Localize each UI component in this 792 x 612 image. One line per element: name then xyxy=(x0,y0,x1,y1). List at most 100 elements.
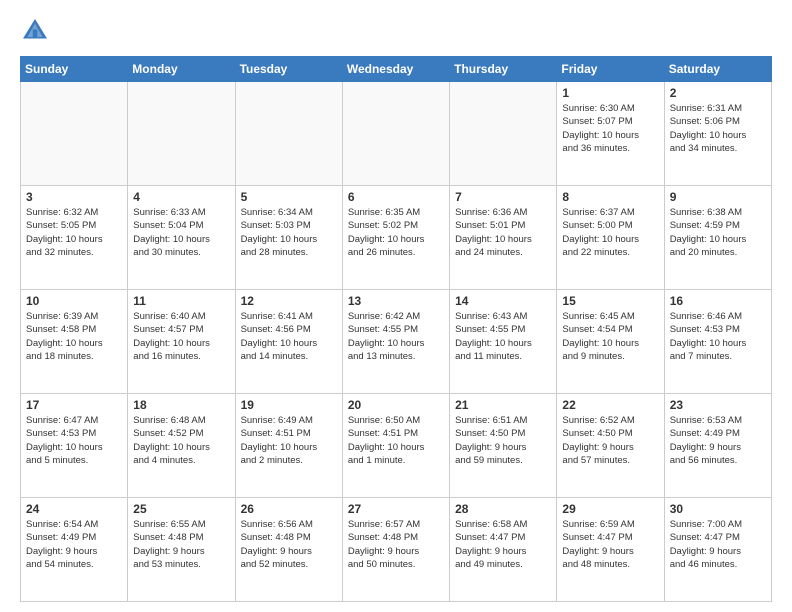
day-info: Sunrise: 6:33 AM Sunset: 5:04 PM Dayligh… xyxy=(133,206,229,259)
day-cell-20: 20 Sunrise: 6:50 AM Sunset: 4:51 PM Dayli… xyxy=(342,394,449,498)
day-cell-4: 4 Sunrise: 6:33 AM Sunset: 5:04 PM Daylig… xyxy=(128,186,235,290)
day-info: Sunrise: 6:42 AM Sunset: 4:55 PM Dayligh… xyxy=(348,310,444,363)
weekday-header-monday: Monday xyxy=(128,57,235,82)
empty-cell xyxy=(235,82,342,186)
empty-cell xyxy=(450,82,557,186)
day-cell-16: 16Sunrise: 6:46 AM Sunset: 4:53 PM Dayli… xyxy=(664,290,771,394)
weekday-header-friday: Friday xyxy=(557,57,664,82)
day-number: 27 xyxy=(348,502,444,516)
weekday-header-wednesday: Wednesday xyxy=(342,57,449,82)
week-row-1: 1 Sunrise: 6:30 AM Sunset: 5:07 PM Daylig… xyxy=(21,82,772,186)
day-info: Sunrise: 6:48 AM Sunset: 4:52 PM Dayligh… xyxy=(133,414,229,467)
day-number: 14 xyxy=(455,294,551,308)
day-info: Sunrise: 6:30 AM Sunset: 5:07 PM Dayligh… xyxy=(562,102,658,155)
day-info: Sunrise: 6:41 AM Sunset: 4:56 PM Dayligh… xyxy=(241,310,337,363)
day-cell-7: 7Sunrise: 6:36 AM Sunset: 5:01 PM Daylig… xyxy=(450,186,557,290)
day-info: Sunrise: 6:39 AM Sunset: 4:58 PM Dayligh… xyxy=(26,310,122,363)
day-number: 6 xyxy=(348,190,444,204)
day-number: 29 xyxy=(562,502,658,516)
weekday-header-saturday: Saturday xyxy=(664,57,771,82)
day-number: 22 xyxy=(562,398,658,412)
day-info: Sunrise: 6:37 AM Sunset: 5:00 PM Dayligh… xyxy=(562,206,658,259)
day-info: Sunrise: 6:47 AM Sunset: 4:53 PM Dayligh… xyxy=(26,414,122,467)
day-info: Sunrise: 6:49 AM Sunset: 4:51 PM Dayligh… xyxy=(241,414,337,467)
day-cell-2: 2Sunrise: 6:31 AM Sunset: 5:06 PM Daylig… xyxy=(664,82,771,186)
day-number: 9 xyxy=(670,190,766,204)
logo-icon xyxy=(20,16,50,46)
week-row-2: 3Sunrise: 6:32 AM Sunset: 5:05 PM Daylig… xyxy=(21,186,772,290)
day-number: 23 xyxy=(670,398,766,412)
day-info: Sunrise: 6:43 AM Sunset: 4:55 PM Dayligh… xyxy=(455,310,551,363)
day-info: Sunrise: 6:46 AM Sunset: 4:53 PM Dayligh… xyxy=(670,310,766,363)
day-info: Sunrise: 6:51 AM Sunset: 4:50 PM Dayligh… xyxy=(455,414,551,467)
day-info: Sunrise: 6:52 AM Sunset: 4:50 PM Dayligh… xyxy=(562,414,658,467)
day-cell-13: 13Sunrise: 6:42 AM Sunset: 4:55 PM Dayli… xyxy=(342,290,449,394)
day-number: 11 xyxy=(133,294,229,308)
day-cell-3: 3Sunrise: 6:32 AM Sunset: 5:05 PM Daylig… xyxy=(21,186,128,290)
day-cell-14: 14 Sunrise: 6:43 AM Sunset: 4:55 PM Dayli… xyxy=(450,290,557,394)
day-cell-6: 6 Sunrise: 6:35 AM Sunset: 5:02 PM Daylig… xyxy=(342,186,449,290)
day-info: Sunrise: 6:50 AM Sunset: 4:51 PM Dayligh… xyxy=(348,414,444,467)
week-row-4: 17 Sunrise: 6:47 AM Sunset: 4:53 PM Dayli… xyxy=(21,394,772,498)
day-cell-17: 17 Sunrise: 6:47 AM Sunset: 4:53 PM Dayli… xyxy=(21,394,128,498)
day-cell-10: 10 Sunrise: 6:39 AM Sunset: 4:58 PM Dayli… xyxy=(21,290,128,394)
week-row-3: 10 Sunrise: 6:39 AM Sunset: 4:58 PM Dayli… xyxy=(21,290,772,394)
day-number: 15 xyxy=(562,294,658,308)
day-cell-18: 18 Sunrise: 6:48 AM Sunset: 4:52 PM Dayli… xyxy=(128,394,235,498)
day-info: Sunrise: 6:58 AM Sunset: 4:47 PM Dayligh… xyxy=(455,518,551,571)
day-cell-1: 1 Sunrise: 6:30 AM Sunset: 5:07 PM Daylig… xyxy=(557,82,664,186)
day-cell-11: 11 Sunrise: 6:40 AM Sunset: 4:57 PM Dayli… xyxy=(128,290,235,394)
day-number: 19 xyxy=(241,398,337,412)
day-number: 3 xyxy=(26,190,122,204)
logo xyxy=(20,16,54,46)
day-number: 8 xyxy=(562,190,658,204)
empty-cell xyxy=(21,82,128,186)
day-cell-8: 8 Sunrise: 6:37 AM Sunset: 5:00 PM Daylig… xyxy=(557,186,664,290)
day-info: Sunrise: 6:57 AM Sunset: 4:48 PM Dayligh… xyxy=(348,518,444,571)
weekday-header-row: SundayMondayTuesdayWednesdayThursdayFrid… xyxy=(21,57,772,82)
day-cell-27: 27 Sunrise: 6:57 AM Sunset: 4:48 PM Dayli… xyxy=(342,498,449,602)
day-number: 21 xyxy=(455,398,551,412)
day-cell-26: 26 Sunrise: 6:56 AM Sunset: 4:48 PM Dayli… xyxy=(235,498,342,602)
weekday-header-sunday: Sunday xyxy=(21,57,128,82)
day-number: 20 xyxy=(348,398,444,412)
day-number: 25 xyxy=(133,502,229,516)
day-info: Sunrise: 6:45 AM Sunset: 4:54 PM Dayligh… xyxy=(562,310,658,363)
day-number: 4 xyxy=(133,190,229,204)
day-info: Sunrise: 6:53 AM Sunset: 4:49 PM Dayligh… xyxy=(670,414,766,467)
day-cell-28: 28 Sunrise: 6:58 AM Sunset: 4:47 PM Dayli… xyxy=(450,498,557,602)
empty-cell xyxy=(342,82,449,186)
day-info: Sunrise: 7:00 AM Sunset: 4:47 PM Dayligh… xyxy=(670,518,766,571)
day-cell-29: 29 Sunrise: 6:59 AM Sunset: 4:47 PM Dayli… xyxy=(557,498,664,602)
day-number: 18 xyxy=(133,398,229,412)
day-info: Sunrise: 6:35 AM Sunset: 5:02 PM Dayligh… xyxy=(348,206,444,259)
day-cell-9: 9 Sunrise: 6:38 AM Sunset: 4:59 PM Daylig… xyxy=(664,186,771,290)
day-number: 12 xyxy=(241,294,337,308)
day-number: 10 xyxy=(26,294,122,308)
day-info: Sunrise: 6:55 AM Sunset: 4:48 PM Dayligh… xyxy=(133,518,229,571)
day-info: Sunrise: 6:38 AM Sunset: 4:59 PM Dayligh… xyxy=(670,206,766,259)
empty-cell xyxy=(128,82,235,186)
day-number: 1 xyxy=(562,86,658,100)
page: SundayMondayTuesdayWednesdayThursdayFrid… xyxy=(0,0,792,612)
day-number: 17 xyxy=(26,398,122,412)
header xyxy=(20,16,772,46)
day-cell-23: 23 Sunrise: 6:53 AM Sunset: 4:49 PM Dayli… xyxy=(664,394,771,498)
day-number: 30 xyxy=(670,502,766,516)
day-cell-12: 12 Sunrise: 6:41 AM Sunset: 4:56 PM Dayli… xyxy=(235,290,342,394)
day-cell-21: 21 Sunrise: 6:51 AM Sunset: 4:50 PM Dayli… xyxy=(450,394,557,498)
day-info: Sunrise: 6:34 AM Sunset: 5:03 PM Dayligh… xyxy=(241,206,337,259)
day-info: Sunrise: 6:40 AM Sunset: 4:57 PM Dayligh… xyxy=(133,310,229,363)
day-cell-22: 22 Sunrise: 6:52 AM Sunset: 4:50 PM Dayli… xyxy=(557,394,664,498)
day-cell-24: 24Sunrise: 6:54 AM Sunset: 4:49 PM Dayli… xyxy=(21,498,128,602)
day-info: Sunrise: 6:59 AM Sunset: 4:47 PM Dayligh… xyxy=(562,518,658,571)
day-number: 7 xyxy=(455,190,551,204)
week-row-5: 24Sunrise: 6:54 AM Sunset: 4:49 PM Dayli… xyxy=(21,498,772,602)
day-number: 26 xyxy=(241,502,337,516)
day-info: Sunrise: 6:31 AM Sunset: 5:06 PM Dayligh… xyxy=(670,102,766,155)
day-cell-25: 25 Sunrise: 6:55 AM Sunset: 4:48 PM Dayli… xyxy=(128,498,235,602)
day-number: 28 xyxy=(455,502,551,516)
day-info: Sunrise: 6:56 AM Sunset: 4:48 PM Dayligh… xyxy=(241,518,337,571)
day-number: 24 xyxy=(26,502,122,516)
day-number: 5 xyxy=(241,190,337,204)
